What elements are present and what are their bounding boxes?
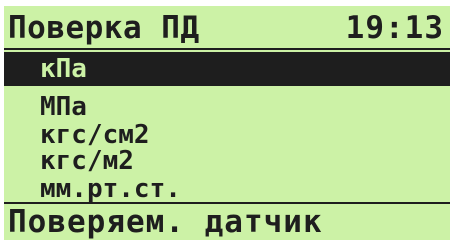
menu-item-kpa[interactable]: кПа [4, 52, 450, 86]
header-divider [4, 48, 450, 50]
clock: 19:13 [345, 10, 444, 46]
status-line: Поверяем. датчик [8, 204, 323, 240]
device-frame: Поверка ПД 19:13 кПа МПа кгс/см2 кгс/м2 … [0, 0, 454, 244]
screen-title: Поверка ПД [8, 10, 200, 46]
menu-item-mmhg[interactable]: мм.рт.ст. [4, 172, 450, 206]
lcd-screen: Поверка ПД 19:13 кПа МПа кгс/см2 кгс/м2 … [4, 6, 450, 240]
screen-header: Поверка ПД 19:13 [4, 6, 450, 50]
